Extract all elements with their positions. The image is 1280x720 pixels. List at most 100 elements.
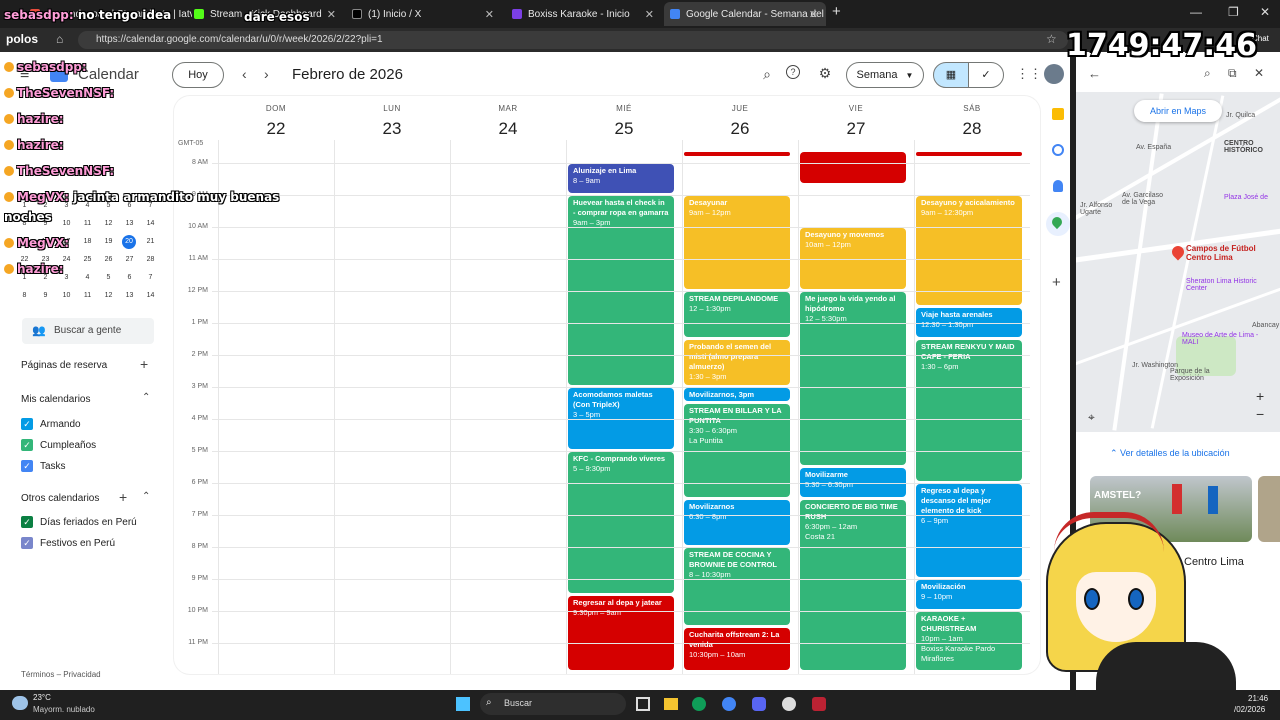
file-explorer-icon[interactable]	[664, 698, 678, 710]
close-icon[interactable]: ✕	[1254, 66, 1264, 80]
day-header[interactable]: MAR 24	[450, 100, 566, 139]
home-icon[interactable]: ⌂	[56, 32, 63, 46]
next-week-icon[interactable]: ›	[264, 66, 269, 82]
calendar-event[interactable]: Desayunar 9am – 12pm	[684, 196, 790, 289]
event-continued[interactable]	[800, 152, 906, 184]
calendar-item-festivos-peru[interactable]: ✓ Festivos en Perú	[21, 537, 115, 549]
day-number[interactable]: 27	[798, 119, 914, 139]
calendar-event[interactable]: Movilizarnos 6:30 – 8pm	[684, 500, 790, 545]
tasks-view-toggle[interactable]: ✓	[968, 62, 1004, 88]
checkbox-icon[interactable]: ✓	[21, 439, 33, 451]
add-addon-icon[interactable]: +	[1052, 274, 1061, 291]
maps-icon[interactable]	[1046, 212, 1070, 236]
calendar-event[interactable]: Regreso al depa y descanso del mejor ele…	[916, 484, 1022, 577]
other-calendars-header[interactable]: Otros calendarios	[21, 493, 99, 504]
day-header[interactable]: VIE 27	[798, 100, 914, 139]
mini-cal-day[interactable]: 12	[98, 292, 119, 299]
close-icon[interactable]: ✕	[809, 8, 818, 21]
edge-icon[interactable]	[692, 697, 706, 711]
mini-cal-day[interactable]: 14	[140, 292, 161, 299]
view-select[interactable]: Semana ▼	[846, 62, 924, 88]
clock-date[interactable]: /02/2026	[1234, 705, 1265, 714]
calendar-item-holidays-peru[interactable]: ✓ Días feriados en Perú	[21, 516, 137, 528]
day-number[interactable]: 25	[566, 119, 682, 139]
discord-icon[interactable]	[752, 697, 766, 711]
day-header[interactable]: DOM 22	[218, 100, 334, 139]
tab-x[interactable]: (1) Inicio / X ✕	[346, 2, 502, 26]
close-window-icon[interactable]: ✕	[1260, 5, 1270, 19]
mini-cal-day[interactable]: 4	[77, 274, 98, 281]
weather-desc[interactable]: Mayorm. nublado	[33, 705, 95, 714]
mini-cal-day[interactable]: 10	[56, 220, 77, 227]
calendar-event[interactable]: STREAM DE COCINA Y BROWNIE DE CONTROL 8 –…	[684, 548, 790, 625]
calendar-item-armando[interactable]: ✓ Armando	[21, 418, 81, 430]
task-view-icon[interactable]	[636, 697, 650, 711]
checkbox-icon[interactable]: ✓	[21, 418, 33, 430]
calendar-event[interactable]: KFC - Comprando víveres 5 – 9:30pm	[568, 452, 674, 593]
close-icon[interactable]: ✕	[327, 8, 336, 21]
chrome-icon[interactable]	[722, 697, 736, 711]
windows-start-icon[interactable]	[456, 697, 470, 711]
open-in-maps-button[interactable]: Abrir en Maps	[1134, 100, 1222, 122]
mini-cal-day[interactable]: 8	[14, 292, 35, 299]
mini-cal-day[interactable]: 13	[119, 220, 140, 227]
mini-cal-day[interactable]: 10	[56, 292, 77, 299]
open-external-icon[interactable]: ⧉	[1228, 66, 1237, 81]
mini-cal-day[interactable]: 19	[98, 238, 119, 245]
calendar-event[interactable]: Cucharita offstream 2: La venida 10:30pm …	[684, 628, 790, 670]
calendar-event[interactable]: STREAM DEPILANDOME 12 – 1:30pm	[684, 292, 790, 337]
calendar-event[interactable]: Desayuno y acicalamiento 9am – 12:30pm	[916, 196, 1022, 305]
mini-cal-day[interactable]: 9	[35, 292, 56, 299]
day-number[interactable]: 26	[682, 119, 798, 139]
add-booking-icon[interactable]: +	[140, 356, 148, 372]
calendar-view-toggle[interactable]: ▦	[933, 62, 969, 88]
mini-cal-day[interactable]: 11	[77, 292, 98, 299]
my-calendars-header[interactable]: Mis calendarios	[21, 394, 90, 405]
calendar-event[interactable]: CONCIERTO DE BIG TIME RUSH 6:30pm – 12am C…	[800, 500, 906, 670]
day-header[interactable]: LUN 23	[334, 100, 450, 139]
mini-cal-day[interactable]: 6	[119, 274, 140, 281]
calendar-event[interactable]: Me juego la vida yendo al hipódromo 12 – …	[800, 292, 906, 465]
zoom-in-icon[interactable]: +	[1256, 388, 1264, 404]
prev-week-icon[interactable]: ‹	[242, 66, 247, 82]
mini-cal-day[interactable]: 12	[98, 220, 119, 227]
mini-cal-day[interactable]: 11	[77, 220, 98, 227]
maximize-icon[interactable]: ❐	[1228, 5, 1239, 19]
day-number[interactable]: 23	[334, 119, 450, 139]
mini-cal-day[interactable]: 21	[140, 238, 161, 245]
apps-grid-icon[interactable]: ⋮⋮	[1016, 66, 1042, 82]
recenter-icon[interactable]: ⌖	[1088, 410, 1095, 425]
calendar-event[interactable]: KARAOKE + CHURISTREAM 10pm – 1am Boxiss Ka…	[916, 612, 1022, 670]
place-photo-next[interactable]	[1258, 476, 1280, 542]
day-number[interactable]: 24	[450, 119, 566, 139]
mini-cal-day[interactable]: 26	[98, 256, 119, 263]
search-icon[interactable]: ⌕	[1204, 66, 1211, 81]
obs-icon[interactable]	[782, 697, 796, 711]
calendar-event[interactable]: Movilización 9 – 10pm	[916, 580, 1022, 609]
day-header[interactable]: MIÉ 25	[566, 100, 682, 139]
today-button[interactable]: Hoy	[172, 62, 224, 88]
close-icon[interactable]: ✕	[645, 8, 654, 21]
chevron-up-icon[interactable]: ⌃	[142, 491, 150, 502]
keep-icon[interactable]	[1052, 108, 1064, 120]
mini-cal-day[interactable]: 20	[122, 235, 136, 249]
calendar-event[interactable]: Probando el semen del misti (almo prepar…	[684, 340, 790, 385]
url-bar[interactable]: https://calendar.google.com/calendar/u/0…	[78, 31, 1068, 49]
checkbox-icon[interactable]: ✓	[21, 516, 33, 528]
zoom-out-icon[interactable]: −	[1256, 406, 1264, 422]
close-icon[interactable]: ✕	[485, 8, 494, 21]
calendar-event[interactable]: STREAM RENKYU Y MAID CAFE - FERIA 1:30 – …	[916, 340, 1022, 481]
clock-time[interactable]: 21:46	[1248, 694, 1268, 703]
calendar-event[interactable]: Regresar al depa y jatear 9:30pm – 9am	[568, 596, 674, 670]
star-icon[interactable]: ☆	[1046, 32, 1057, 46]
day-header[interactable]: JUE 26	[682, 100, 798, 139]
calendar-item-birthdays[interactable]: ✓ Cumpleaños	[21, 439, 96, 451]
event-continued[interactable]	[916, 152, 1022, 156]
search-icon[interactable]: ⌕	[758, 65, 776, 83]
search-people-field[interactable]: 👥 Buscar a gente	[22, 318, 154, 344]
calendar-item-tasks[interactable]: ✓ Tasks	[21, 460, 66, 472]
tab-google-calendar[interactable]: Google Calendar - Semana del 22 ✕	[664, 2, 826, 26]
tab-boxiss[interactable]: Boxiss Karaoke - Inicio ✕	[506, 2, 662, 26]
mini-cal-day[interactable]: 14	[140, 220, 161, 227]
calendar-event[interactable]: Alunizaje en Lima 8 – 9am	[568, 164, 674, 193]
